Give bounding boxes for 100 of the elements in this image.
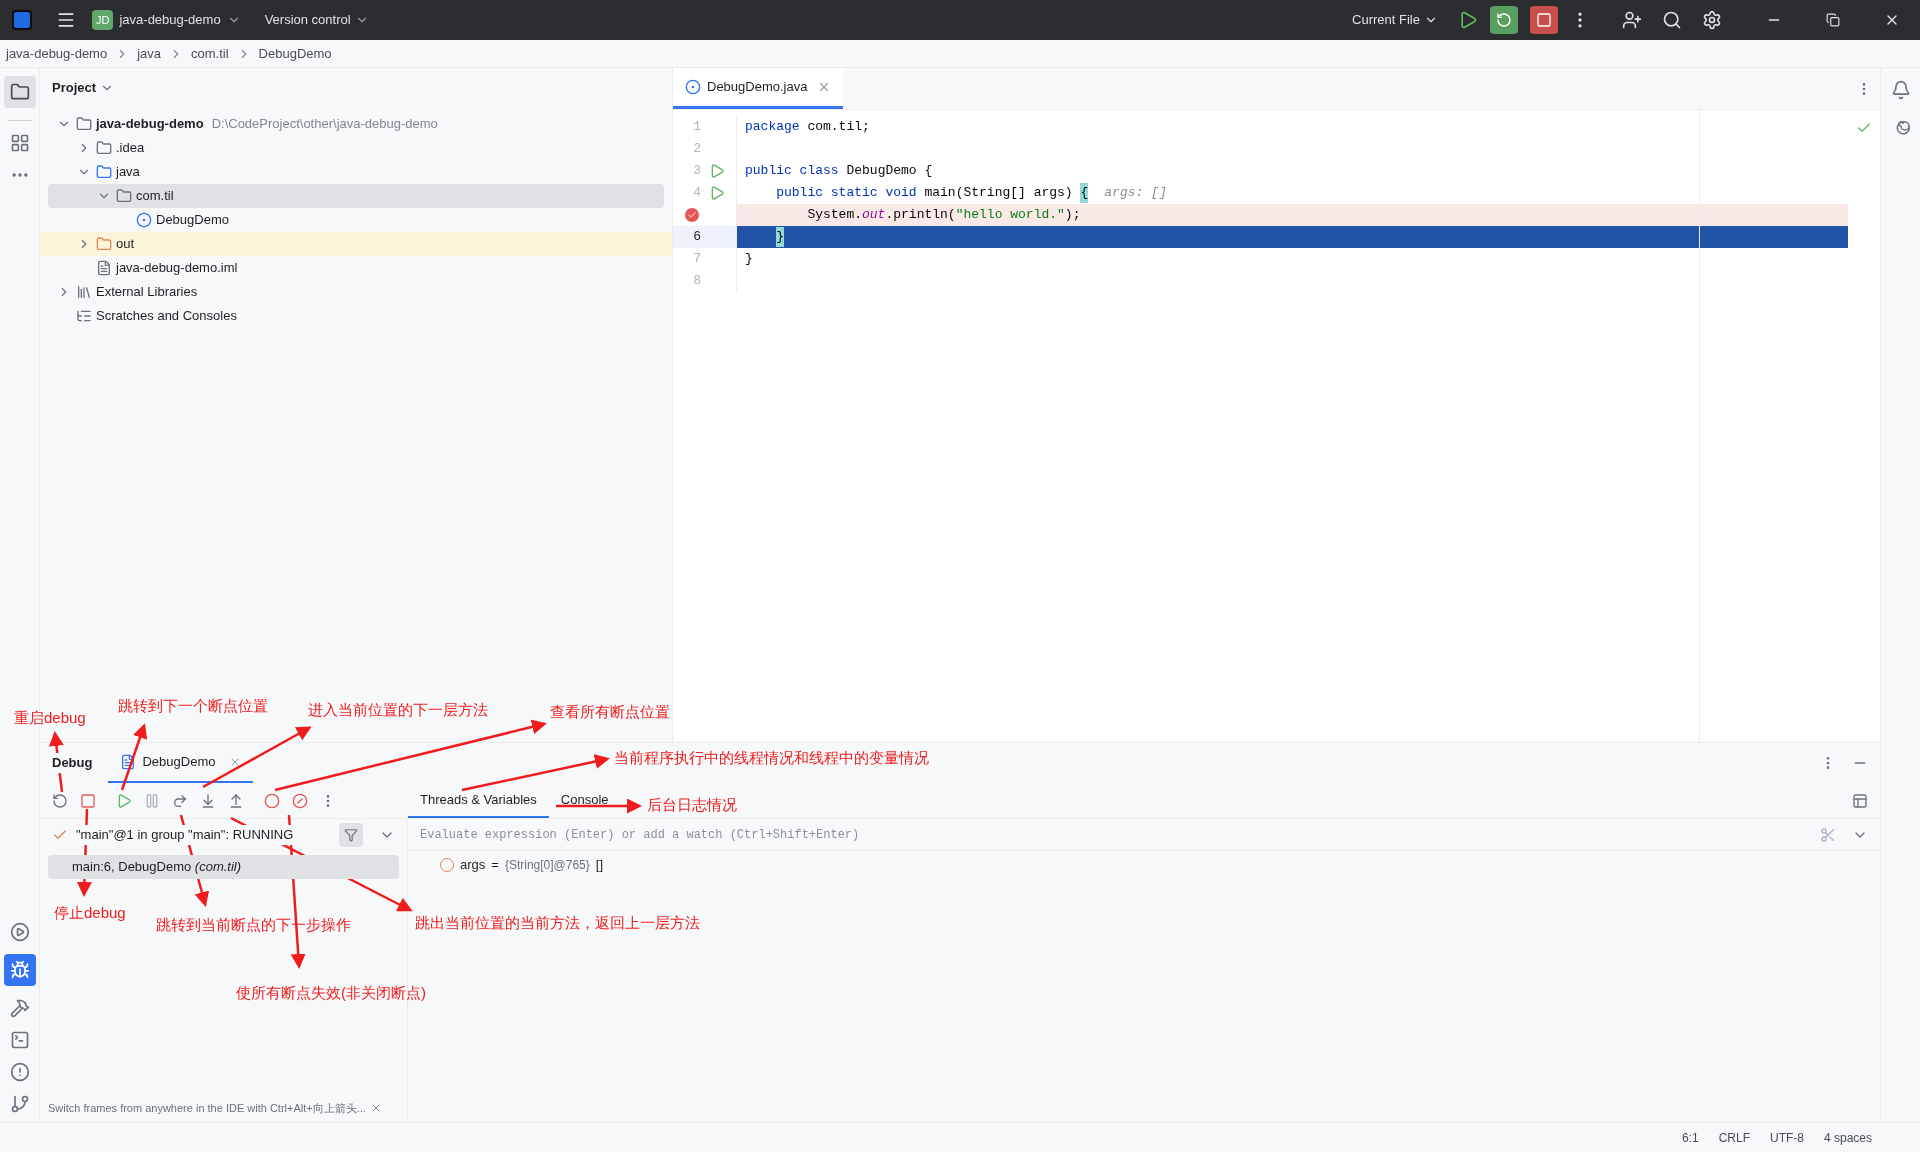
stop-icon[interactable] [80, 792, 96, 809]
restore-icon[interactable] [1826, 13, 1840, 27]
tree-item[interactable]: DebugDemo [156, 210, 229, 230]
library-icon [76, 284, 92, 300]
line-number: 7 [693, 251, 701, 267]
annotation-label: 跳出当前位置的当前方法，返回上一层方法 [415, 913, 700, 933]
panel-title[interactable]: Project [52, 78, 97, 98]
breadcrumb[interactable]: com.til [191, 43, 229, 64]
resume-icon[interactable] [116, 792, 132, 809]
terminal-icon[interactable] [9, 1030, 30, 1050]
tree-item[interactable]: java-debug-demo [96, 114, 204, 134]
problems-icon[interactable] [9, 1062, 30, 1082]
mute-breakpoints-icon[interactable] [292, 792, 308, 809]
evaluate-field[interactable]: Evaluate expression (Enter) or add a watch (Ctrl+Shift+Enter) [420, 825, 1820, 844]
stack-frame[interactable]: main:6, DebugDemo (com.til) [48, 855, 399, 879]
step-out-icon[interactable] [228, 792, 244, 809]
tree-item[interactable]: java-debug-demo.iml [116, 258, 238, 278]
layout-icon[interactable] [1852, 792, 1868, 809]
search-icon[interactable] [1662, 10, 1682, 30]
settings-icon[interactable] [1702, 10, 1722, 30]
panel-title: Debug [52, 753, 93, 773]
code-line: public static void main(String[] args) { args: [] [775, 182, 1168, 204]
line-number: 3 [693, 163, 701, 179]
variable-value: [] [595, 856, 604, 875]
git-icon[interactable] [9, 1094, 30, 1114]
app-logo-icon [12, 10, 32, 30]
inlay-hint: args: [] [1104, 184, 1167, 203]
module-folder-icon [76, 116, 92, 132]
project-path: D:\CodeProject\other\java-debug-demo [211, 115, 438, 134]
version-control-label: Version control [264, 11, 351, 30]
tree-item[interactable]: out [116, 234, 135, 254]
file-icon [120, 754, 137, 770]
tree-item[interactable]: Scratches and Consoles [96, 306, 237, 326]
tree-item[interactable]: com.til [136, 186, 174, 206]
run-config-label: Current File [1352, 11, 1420, 30]
notifications-icon[interactable] [1890, 80, 1911, 100]
file-icon [96, 260, 112, 276]
annotation-label: 跳转到下一个断点位置 [118, 696, 268, 716]
menu-icon[interactable] [56, 10, 76, 30]
line-number: 4 [693, 185, 701, 201]
breakpoints-icon[interactable] [264, 792, 280, 809]
variable-type: {String[0]@765} [504, 857, 590, 874]
structure-icon[interactable] [9, 133, 30, 153]
version-control-button[interactable]: Version control [264, 10, 369, 30]
annotation-label: 查看所有断点位置 [550, 702, 670, 722]
code-line: public class DebugDemo { [744, 162, 934, 181]
annotation-label: 进入当前位置的下一层方法 [308, 700, 488, 720]
build-icon[interactable] [9, 998, 30, 1018]
add-user-icon[interactable] [1622, 10, 1642, 30]
tree-item[interactable]: java [116, 162, 140, 182]
stop-icon [1536, 12, 1552, 28]
folder-icon [9, 82, 30, 102]
session-tab[interactable]: DebugDemo [108, 743, 254, 783]
project-name: java-debug-demo [119, 11, 221, 30]
folder-icon [96, 164, 112, 180]
status-item[interactable]: UTF-8 [1769, 1128, 1804, 1147]
run-gutter-icon[interactable] [709, 163, 725, 179]
editor-tab[interactable]: DebugDemo.java [673, 68, 844, 109]
class-icon [136, 212, 152, 228]
line-number: 1 [693, 119, 701, 135]
run-icon[interactable] [1458, 10, 1478, 30]
annotation-label: 使所有断点失效(非关闭断点) [236, 983, 426, 1003]
scratches-icon [76, 308, 92, 324]
hint-text: Switch frames from anywhere in the IDE with Ctrl+Alt+向上箭头... [48, 1100, 366, 1116]
status-item[interactable]: CRLF [1718, 1128, 1750, 1147]
thread-selector[interactable]: "main"@1 in group "main": RUNNING [76, 825, 294, 845]
breadcrumb[interactable]: java [137, 43, 162, 64]
folder-icon [96, 236, 112, 252]
rerun-debug-button[interactable] [1490, 6, 1518, 34]
filter-button[interactable] [339, 823, 363, 847]
run-gutter-icon[interactable] [709, 185, 725, 201]
view-tab[interactable]: Threads & Variables [408, 783, 549, 818]
annotation-label: 重启debug [14, 708, 86, 728]
tree-row[interactable]: out [40, 232, 672, 256]
project-button[interactable]: JD java-debug-demo [88, 9, 245, 31]
line-number: 2 [693, 141, 701, 157]
status-item[interactable]: 6:1 [1681, 1128, 1699, 1147]
annotation-label: 当前程序执行中的线程情况和线程中的变量情况 [614, 748, 929, 768]
step-into-icon[interactable] [200, 792, 216, 809]
code-line: } [744, 250, 754, 269]
run-icon[interactable] [9, 922, 30, 942]
breadcrumb[interactable]: java-debug-demo [6, 43, 108, 64]
tree-item[interactable]: External Libraries [96, 282, 198, 302]
debug-tool-button[interactable] [3, 954, 36, 986]
project-tool-button[interactable] [3, 76, 36, 108]
check-icon [687, 210, 697, 220]
rerun-icon[interactable] [52, 792, 68, 809]
breakpoint-icon[interactable] [685, 208, 699, 222]
tree-row[interactable]: com.til [48, 184, 664, 208]
status-item[interactable]: 4 spaces [1823, 1128, 1872, 1147]
code-line: package com.til; [744, 118, 871, 137]
project-badge: JD [92, 9, 114, 31]
run-config-button[interactable]: Current File [1352, 10, 1438, 30]
step-over-icon[interactable] [172, 792, 188, 809]
view-tab[interactable]: Console [548, 783, 621, 818]
tree-item[interactable]: .idea [116, 138, 145, 158]
stop-button[interactable] [1530, 6, 1558, 34]
filter-icon [344, 828, 358, 842]
line-number: 6 [693, 229, 701, 245]
breadcrumb[interactable]: DebugDemo [258, 43, 332, 64]
